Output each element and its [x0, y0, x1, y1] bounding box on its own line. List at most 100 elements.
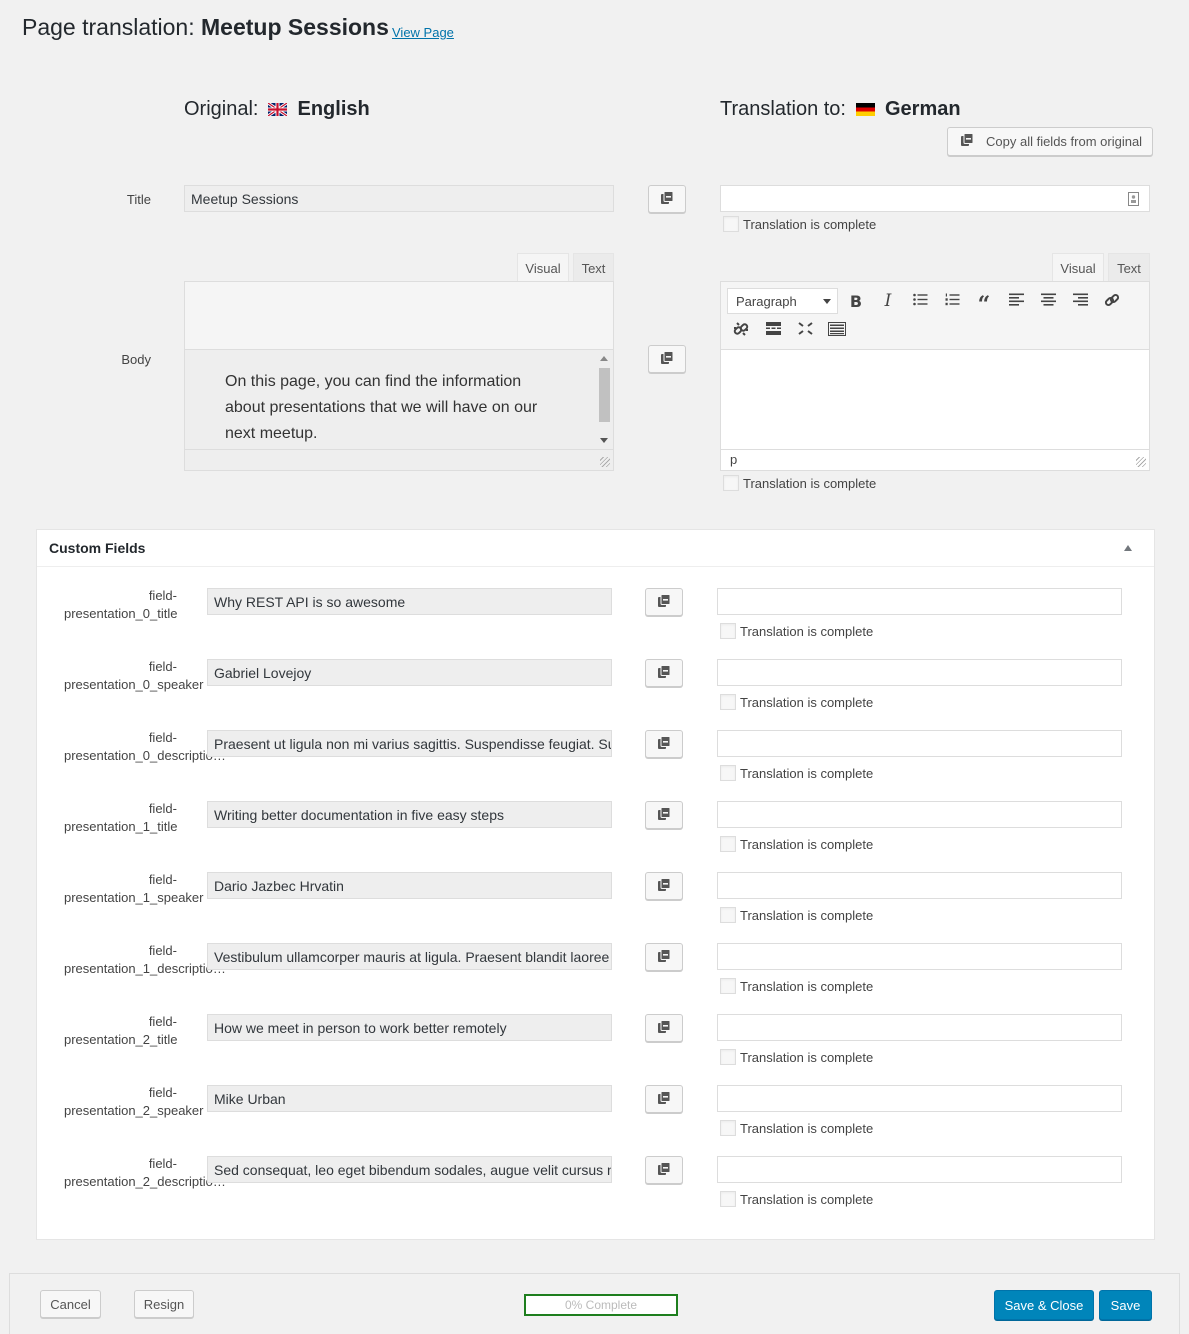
copy-title-button[interactable]	[648, 185, 686, 213]
copy-field-button[interactable]	[645, 588, 683, 616]
save-close-button[interactable]: Save & Close	[994, 1290, 1094, 1320]
custom-field-complete-label: Translation is complete	[740, 694, 874, 710]
blockquote-icon: “	[977, 292, 991, 318]
copy-field-button[interactable]	[645, 801, 683, 829]
custom-field-translation-input[interactable]	[717, 801, 1122, 828]
bold-button[interactable]: B	[842, 288, 870, 314]
custom-field-label: field- presentation_1_speaker	[64, 871, 204, 907]
custom-field-translation-input[interactable]	[717, 659, 1122, 686]
body-row-label: Body	[121, 352, 151, 367]
translation-tab-text[interactable]: Text	[1108, 253, 1150, 282]
copy-field-button[interactable]	[645, 659, 683, 687]
original-body-content: On this page, you can find the informati…	[184, 349, 614, 450]
custom-field-complete-row[interactable]: Translation is complete	[720, 1049, 873, 1065]
custom-field-complete-checkbox[interactable]	[720, 907, 736, 923]
copy-icon	[960, 133, 974, 150]
custom-field-complete-label: Translation is complete	[740, 1120, 874, 1136]
custom-field-complete-checkbox[interactable]	[720, 623, 736, 639]
contact-card-icon	[1128, 192, 1139, 209]
custom-field-original: Writing better documentation in five eas…	[207, 801, 612, 828]
custom-field-original: Praesent ut ligula non mi varius sagitti…	[207, 730, 612, 757]
format-select[interactable]: Paragraph	[727, 288, 838, 314]
custom-field-complete-checkbox[interactable]	[720, 1191, 736, 1207]
align-center-button[interactable]	[1034, 288, 1062, 314]
original-body-scrollbar[interactable]	[597, 352, 611, 447]
custom-field-complete-row[interactable]: Translation is complete	[720, 978, 873, 994]
read-more-button[interactable]	[759, 317, 787, 343]
body-complete-checkbox[interactable]	[723, 475, 739, 491]
cancel-button[interactable]: Cancel	[40, 1290, 101, 1318]
progress-bar: 0% Complete	[524, 1294, 678, 1316]
scrollbar-thumb[interactable]	[599, 368, 610, 422]
resize-grip-icon[interactable]	[1136, 457, 1146, 467]
custom-field-translation-input[interactable]	[717, 588, 1122, 615]
custom-field-label: field- presentation_2_descriptio…	[64, 1155, 226, 1191]
custom-field-complete-row[interactable]: Translation is complete	[720, 694, 873, 710]
custom-field-translation-input[interactable]	[717, 872, 1122, 899]
custom-field-complete-row[interactable]: Translation is complete	[720, 907, 873, 923]
translation-title-input[interactable]	[720, 185, 1150, 212]
custom-field-complete-row[interactable]: Translation is complete	[720, 623, 873, 639]
collapse-arrow-icon[interactable]	[1124, 545, 1132, 551]
save-button[interactable]: Save	[1099, 1290, 1152, 1320]
title-complete-checkbox-row[interactable]: Translation is complete	[723, 216, 876, 232]
copy-icon	[657, 735, 671, 753]
copy-body-button[interactable]	[648, 345, 686, 373]
align-left-button[interactable]	[1002, 288, 1030, 314]
custom-field-complete-row[interactable]: Translation is complete	[720, 836, 873, 852]
copy-field-button[interactable]	[645, 1085, 683, 1113]
custom-field-translation-input[interactable]	[717, 730, 1122, 757]
scroll-down-arrow-icon[interactable]	[600, 438, 608, 443]
numbered-list-button[interactable]	[938, 288, 966, 314]
original-tab-visual[interactable]: Visual	[517, 253, 569, 282]
copy-icon	[657, 664, 671, 682]
custom-field-complete-row[interactable]: Translation is complete	[720, 765, 873, 781]
custom-field-complete-checkbox[interactable]	[720, 694, 736, 710]
copy-field-button[interactable]	[645, 1014, 683, 1042]
custom-field-complete-row[interactable]: Translation is complete	[720, 1120, 873, 1136]
blockquote-button[interactable]: “	[970, 288, 998, 318]
resize-grip-icon[interactable]	[600, 457, 610, 467]
insert-link-button[interactable]	[1098, 288, 1126, 314]
resign-button[interactable]: Resign	[134, 1290, 194, 1318]
remove-link-button[interactable]	[727, 317, 755, 343]
italic-icon: I	[884, 291, 892, 311]
progress-label: 0% Complete	[564, 1298, 638, 1312]
fullscreen-button[interactable]	[791, 317, 819, 343]
title-complete-checkbox[interactable]	[723, 216, 739, 232]
bold-icon: B	[849, 291, 863, 311]
body-complete-checkbox-row[interactable]: Translation is complete	[723, 475, 876, 491]
copy-field-button[interactable]	[645, 1156, 683, 1184]
copy-icon	[657, 1090, 671, 1108]
custom-field-translation-input[interactable]	[717, 1014, 1122, 1041]
translation-body-editor[interactable]	[720, 349, 1150, 450]
toolbar-toggle-button[interactable]	[823, 317, 851, 343]
title-row-label: Title	[126, 192, 151, 207]
custom-field-complete-checkbox[interactable]	[720, 978, 736, 994]
custom-fields-header[interactable]: Custom Fields	[37, 530, 1154, 567]
original-tab-text[interactable]: Text	[573, 253, 614, 282]
copy-all-fields-button[interactable]: Copy all fields from original	[947, 127, 1153, 156]
custom-field-complete-row[interactable]: Translation is complete	[720, 1191, 873, 1207]
bullet-list-button[interactable]	[906, 288, 934, 314]
copy-icon	[657, 948, 671, 966]
view-page-link[interactable]: View Page	[392, 25, 454, 40]
custom-field-complete-checkbox[interactable]	[720, 1120, 736, 1136]
scroll-up-arrow-icon[interactable]	[600, 356, 608, 361]
italic-button[interactable]: I	[874, 288, 902, 314]
copy-field-button[interactable]	[645, 872, 683, 900]
copy-field-button[interactable]	[645, 730, 683, 758]
custom-field-complete-label: Translation is complete	[740, 1191, 874, 1207]
unlink-icon	[733, 321, 749, 340]
custom-field-translation-input[interactable]	[717, 1156, 1122, 1183]
custom-field-complete-checkbox[interactable]	[720, 765, 736, 781]
custom-field-translation-input[interactable]	[717, 943, 1122, 970]
custom-field-complete-checkbox[interactable]	[720, 836, 736, 852]
copy-field-button[interactable]	[645, 943, 683, 971]
translation-editor-statusbar: p	[720, 450, 1150, 471]
custom-field-label: field- presentation_0_descriptio…	[64, 729, 226, 765]
custom-field-complete-checkbox[interactable]	[720, 1049, 736, 1065]
custom-field-translation-input[interactable]	[717, 1085, 1122, 1112]
translation-tab-visual[interactable]: Visual	[1052, 253, 1104, 282]
align-right-button[interactable]	[1066, 288, 1094, 314]
